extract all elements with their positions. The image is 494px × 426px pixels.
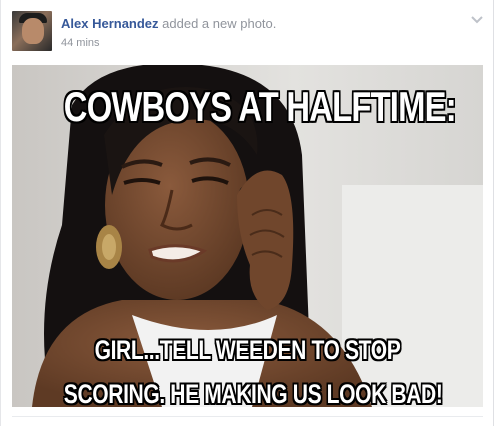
post-action-text: added a new photo. — [162, 16, 277, 31]
post-timestamp[interactable]: 44 mins — [61, 36, 100, 50]
post-divider — [12, 416, 483, 417]
meme-bottom-caption-line-2: SCORING. HE MAKING US LOOK BAD! — [63, 379, 443, 407]
post-options-button[interactable] — [470, 14, 484, 26]
post-header: Alex Hernandez added a new photo. 44 min… — [12, 11, 484, 55]
avatar[interactable] — [12, 11, 52, 51]
post-photo[interactable]: COWBOYS AT HALFTIME: GIRL...TELL WEEDEN … — [12, 65, 483, 407]
chevron-down-icon — [471, 16, 483, 24]
news-feed-post: Alex Hernandez added a new photo. 44 min… — [0, 0, 494, 426]
post-title-line: Alex Hernandez added a new photo. — [61, 16, 276, 32]
meme-bottom-caption-line-1: GIRL...TELL WEEDEN TO STOP — [94, 335, 401, 365]
meme-top-caption: COWBOYS AT HALFTIME: — [63, 83, 457, 130]
avatar-face — [22, 18, 44, 44]
author-name-link[interactable]: Alex Hernandez — [61, 16, 159, 31]
